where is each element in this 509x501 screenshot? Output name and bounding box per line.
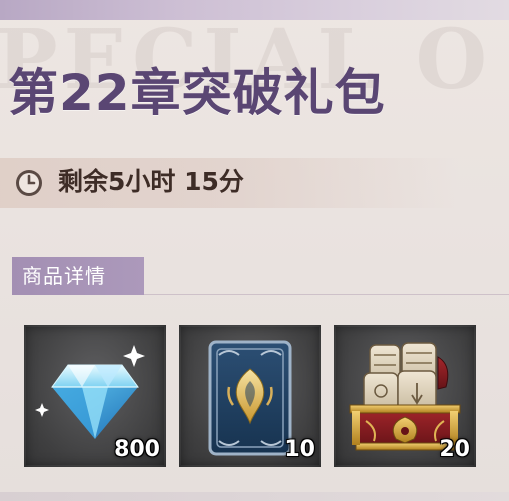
item-slot-card[interactable]: 10 — [179, 325, 321, 467]
bottom-strip — [0, 492, 509, 501]
section-label: 商品详情 — [22, 264, 106, 288]
item-quantity: 800 — [114, 437, 160, 462]
pack-title: 第22章突破礼包 — [8, 64, 386, 122]
timer-text: 剩余5小时 15分 — [58, 167, 244, 196]
clock-icon — [16, 170, 42, 196]
item-quantity: 10 — [284, 437, 315, 462]
section-divider — [144, 294, 509, 295]
item-slot-diamond[interactable]: 800 — [24, 325, 166, 467]
item-quantity: 20 — [439, 437, 470, 462]
top-band — [0, 0, 509, 20]
item-slot-treasure-chest[interactable]: 20 — [334, 325, 476, 467]
